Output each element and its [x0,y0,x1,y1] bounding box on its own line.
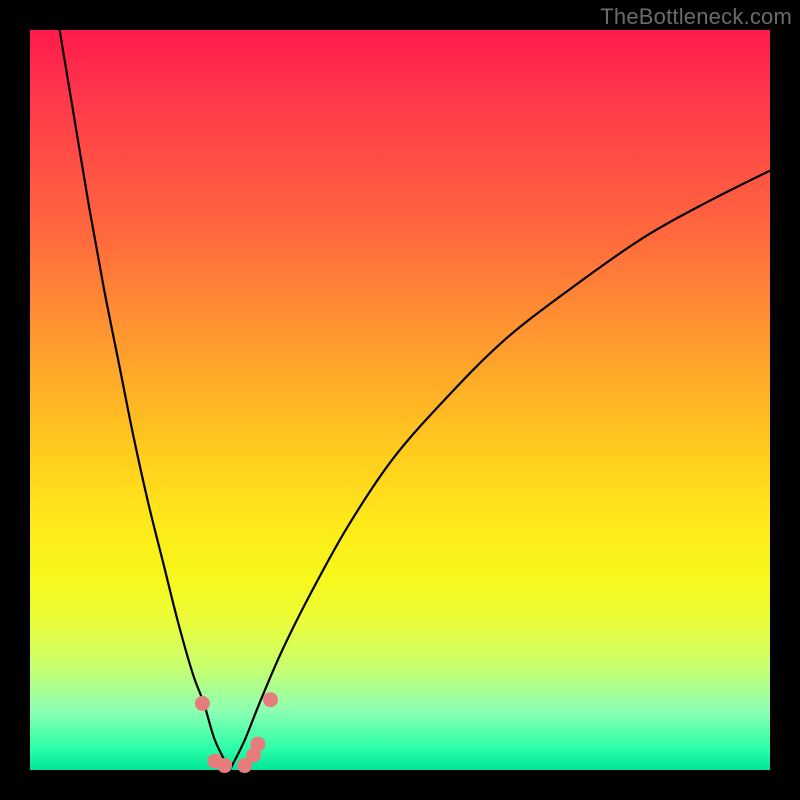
chart-frame [30,30,770,770]
chart-svg [30,30,770,770]
data-marker [263,692,278,707]
left-branch-curve [60,30,230,770]
watermark-label: TheBottleneck.com [600,4,792,30]
curve-group [60,30,770,770]
data-marker [250,737,265,752]
data-marker [195,696,210,711]
marker-group [195,692,278,773]
data-marker [217,758,232,773]
right-branch-curve [230,171,770,770]
